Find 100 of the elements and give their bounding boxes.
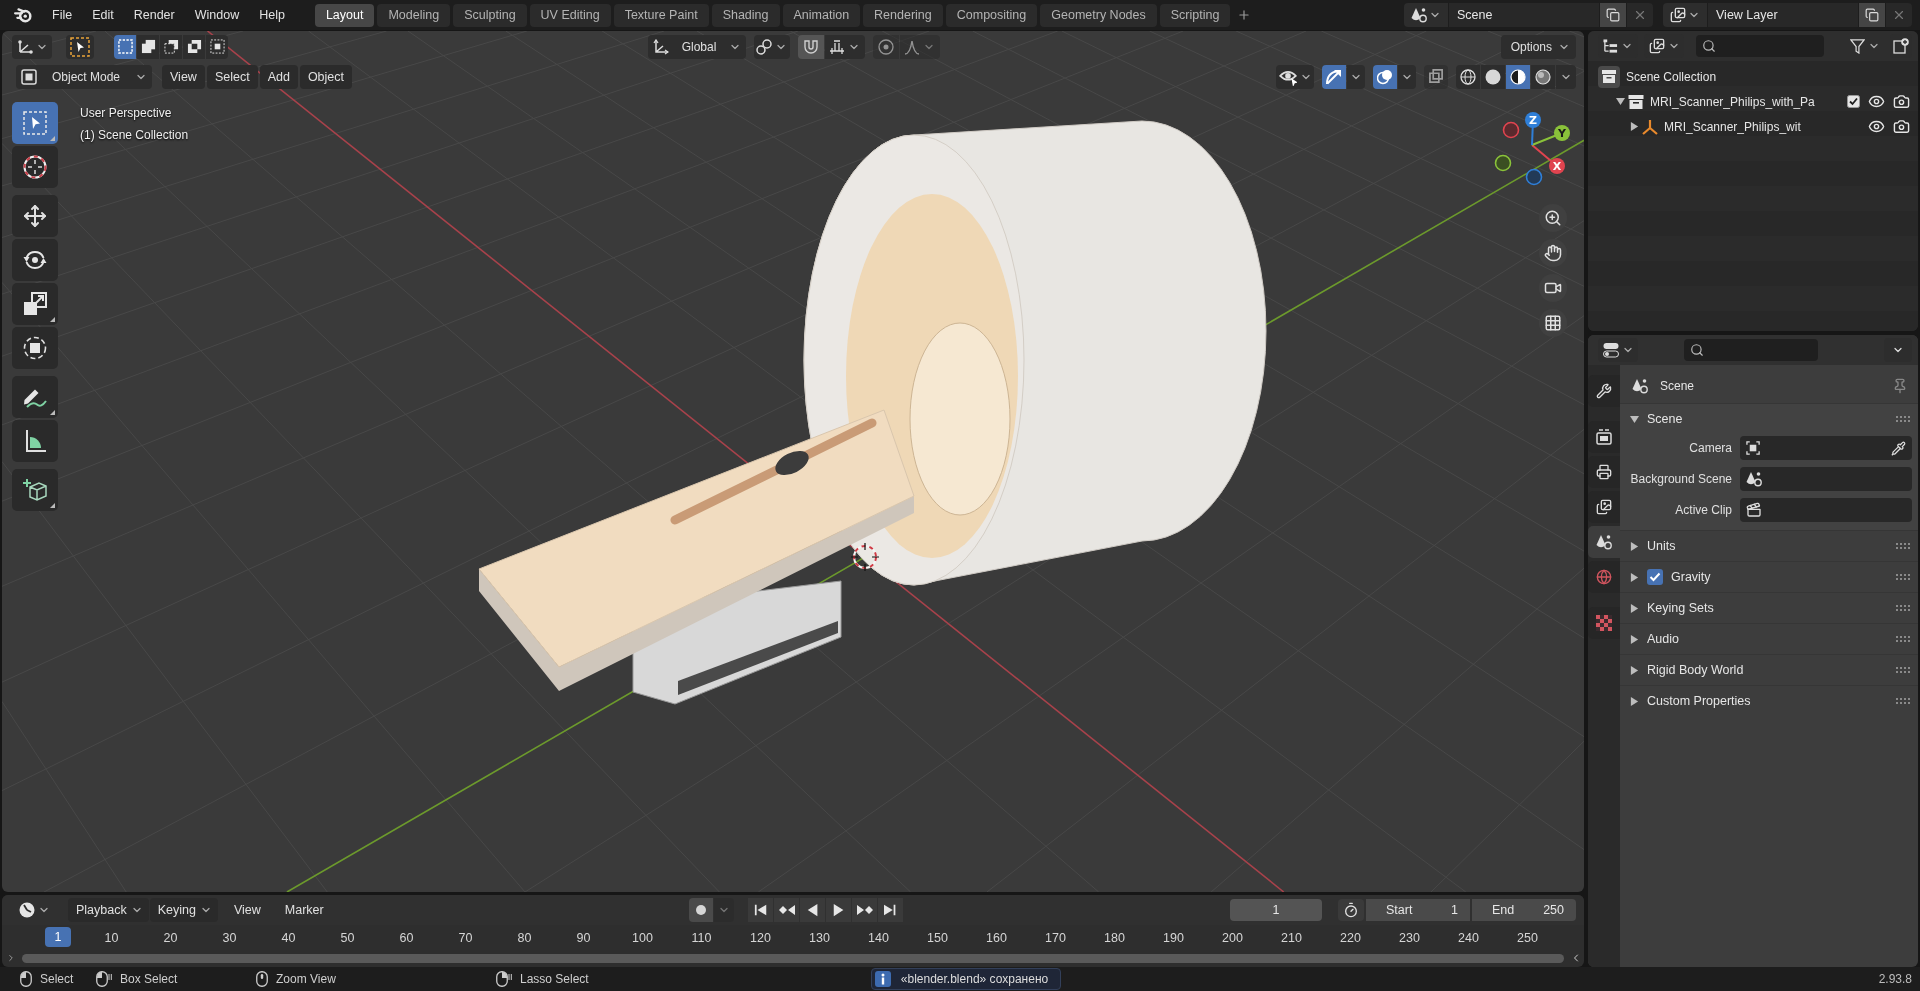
workspace-tab[interactable]: Sculpting — [453, 3, 527, 27]
cursor-tool[interactable] — [12, 146, 58, 188]
falloff-dropdown[interactable] — [900, 34, 940, 59]
select-mode-button[interactable] — [137, 34, 159, 59]
duplicate-button[interactable] — [1600, 3, 1626, 27]
scene-selector-button[interactable] — [1404, 3, 1448, 27]
move-tool[interactable] — [12, 195, 58, 237]
play-button[interactable] — [826, 898, 851, 922]
next-keyframe-button[interactable] — [852, 898, 877, 922]
texture-tab[interactable] — [1588, 607, 1620, 639]
menu-item[interactable]: Help — [251, 5, 293, 25]
menu-item[interactable]: Object — [299, 64, 352, 89]
x-axis-handle[interactable]: X — [1531, 144, 1565, 174]
zoom-button[interactable] — [1539, 204, 1567, 232]
menu-item[interactable]: Window — [186, 5, 248, 25]
proportional-edit-toggle[interactable] — [873, 34, 899, 59]
select-mode-button[interactable] — [183, 34, 205, 59]
workspace-tab[interactable]: Shading — [711, 3, 780, 27]
workspace-tab[interactable]: Rendering — [863, 3, 943, 27]
exclude-checkbox[interactable] — [1847, 95, 1860, 108]
select-mode-button[interactable] — [206, 34, 228, 59]
gravity-checkbox[interactable] — [1647, 569, 1663, 585]
shading-mode-button[interactable] — [1506, 64, 1530, 89]
play-reverse-button[interactable] — [800, 898, 825, 922]
menu-item[interactable]: Marker — [276, 903, 332, 917]
negative-x-handle[interactable] — [1502, 121, 1520, 139]
duplicate-button[interactable] — [1859, 3, 1885, 27]
xray-toggle[interactable] — [1424, 64, 1448, 89]
rotate-tool[interactable] — [12, 239, 58, 281]
view-layer-name-field[interactable]: View Layer — [1708, 3, 1858, 27]
active-tool-button[interactable] — [66, 34, 94, 59]
data-block-field[interactable] — [1740, 467, 1912, 491]
workspace-tab[interactable]: Scripting — [1159, 3, 1231, 27]
workspace-tab[interactable]: Animation — [782, 3, 861, 27]
previous-keyframe-button[interactable] — [774, 898, 799, 922]
workspace-tab[interactable]: Geometry Nodes — [1040, 3, 1157, 27]
overlay-dropdown[interactable] — [1398, 64, 1416, 89]
shading-mode-button[interactable] — [1456, 64, 1480, 89]
view-layer-tab[interactable] — [1588, 491, 1620, 523]
outliner-row[interactable]: Scene Collection — [1588, 64, 1918, 89]
menu-dropdown[interactable]: Playback — [68, 898, 149, 922]
jump-end-button[interactable] — [878, 898, 903, 922]
shading-mode-button[interactable] — [1481, 64, 1505, 89]
transform-tool[interactable] — [12, 327, 58, 369]
workspace-tab[interactable]: Compositing — [945, 3, 1038, 27]
scene-name-field[interactable]: Scene — [1449, 3, 1599, 27]
menu-item[interactable]: File — [44, 5, 81, 25]
y-axis-handle[interactable]: Y — [1531, 125, 1570, 146]
pivot-point-dropdown[interactable] — [754, 34, 790, 59]
negative-y-handle[interactable] — [1494, 154, 1512, 172]
scale-tool[interactable] — [12, 283, 58, 325]
current-frame-field[interactable]: 1 — [1230, 899, 1322, 921]
search-field[interactable] — [1684, 339, 1818, 361]
world-tab[interactable] — [1588, 561, 1620, 593]
add-cube-tool[interactable] — [12, 469, 58, 511]
jump-start-button[interactable] — [748, 898, 773, 922]
workspace-tab[interactable]: Layout — [314, 3, 375, 27]
data-block-field[interactable] — [1740, 498, 1912, 522]
orientation-dropdown[interactable]: Global — [648, 34, 746, 59]
close-button[interactable] — [1886, 3, 1912, 27]
z-axis-handle[interactable]: Z — [1525, 112, 1541, 146]
editor-type-button[interactable] — [12, 34, 52, 59]
overlay-toggle[interactable] — [1373, 64, 1397, 89]
tool-tab[interactable] — [1588, 375, 1620, 407]
camera-view-button[interactable] — [1539, 274, 1567, 302]
view-layer-selector-button[interactable] — [1663, 3, 1707, 27]
menu-dropdown[interactable]: Keying — [149, 898, 218, 922]
workspace-tab[interactable]: Modeling — [377, 3, 451, 27]
shading-mode-button[interactable] — [1531, 64, 1555, 89]
timeline-scrollbar[interactable] — [22, 953, 1564, 963]
preview-range-toggle[interactable] — [1338, 899, 1364, 921]
snap-toggle[interactable] — [798, 34, 824, 59]
measure-tool[interactable] — [12, 420, 58, 462]
annotate-tool[interactable] — [12, 376, 58, 418]
shading-dropdown[interactable] — [1556, 64, 1576, 89]
render-tab[interactable] — [1588, 421, 1620, 453]
search-field[interactable] — [1696, 35, 1824, 57]
projection-toggle-button[interactable] — [1539, 309, 1567, 337]
close-button[interactable] — [1627, 3, 1653, 27]
playhead-frame[interactable]: 1 — [45, 927, 71, 947]
menu-item[interactable]: Edit — [84, 5, 122, 25]
outliner-row[interactable]: MRI_Scanner_Philips_wit — [1588, 114, 1918, 139]
menu-item[interactable]: Select — [206, 64, 258, 89]
options-dropdown[interactable]: Options — [1500, 34, 1576, 59]
gizmo-toggle[interactable] — [1322, 64, 1346, 89]
outliner-row[interactable]: MRI_Scanner_Philips_with_Pa — [1588, 89, 1918, 114]
select-mode-button[interactable] — [114, 34, 136, 59]
pan-button[interactable] — [1539, 239, 1567, 267]
snap-target-dropdown[interactable] — [825, 34, 865, 59]
end-frame-field[interactable]: End 250 — [1472, 899, 1576, 921]
menu-item[interactable]: Add — [259, 64, 298, 89]
menu-item[interactable]: View — [162, 64, 205, 89]
visibility-dropdown[interactable] — [1276, 64, 1314, 89]
select-mode-button[interactable] — [160, 34, 182, 59]
workspace-tab[interactable]: UV Editing — [529, 3, 611, 27]
mode-dropdown[interactable]: Object Mode — [16, 64, 152, 89]
keying-dropdown[interactable] — [714, 898, 734, 922]
output-tab[interactable] — [1588, 456, 1620, 488]
workspace-tab[interactable]: Texture Paint — [613, 3, 709, 27]
start-frame-field[interactable]: Start 1 — [1366, 899, 1470, 921]
